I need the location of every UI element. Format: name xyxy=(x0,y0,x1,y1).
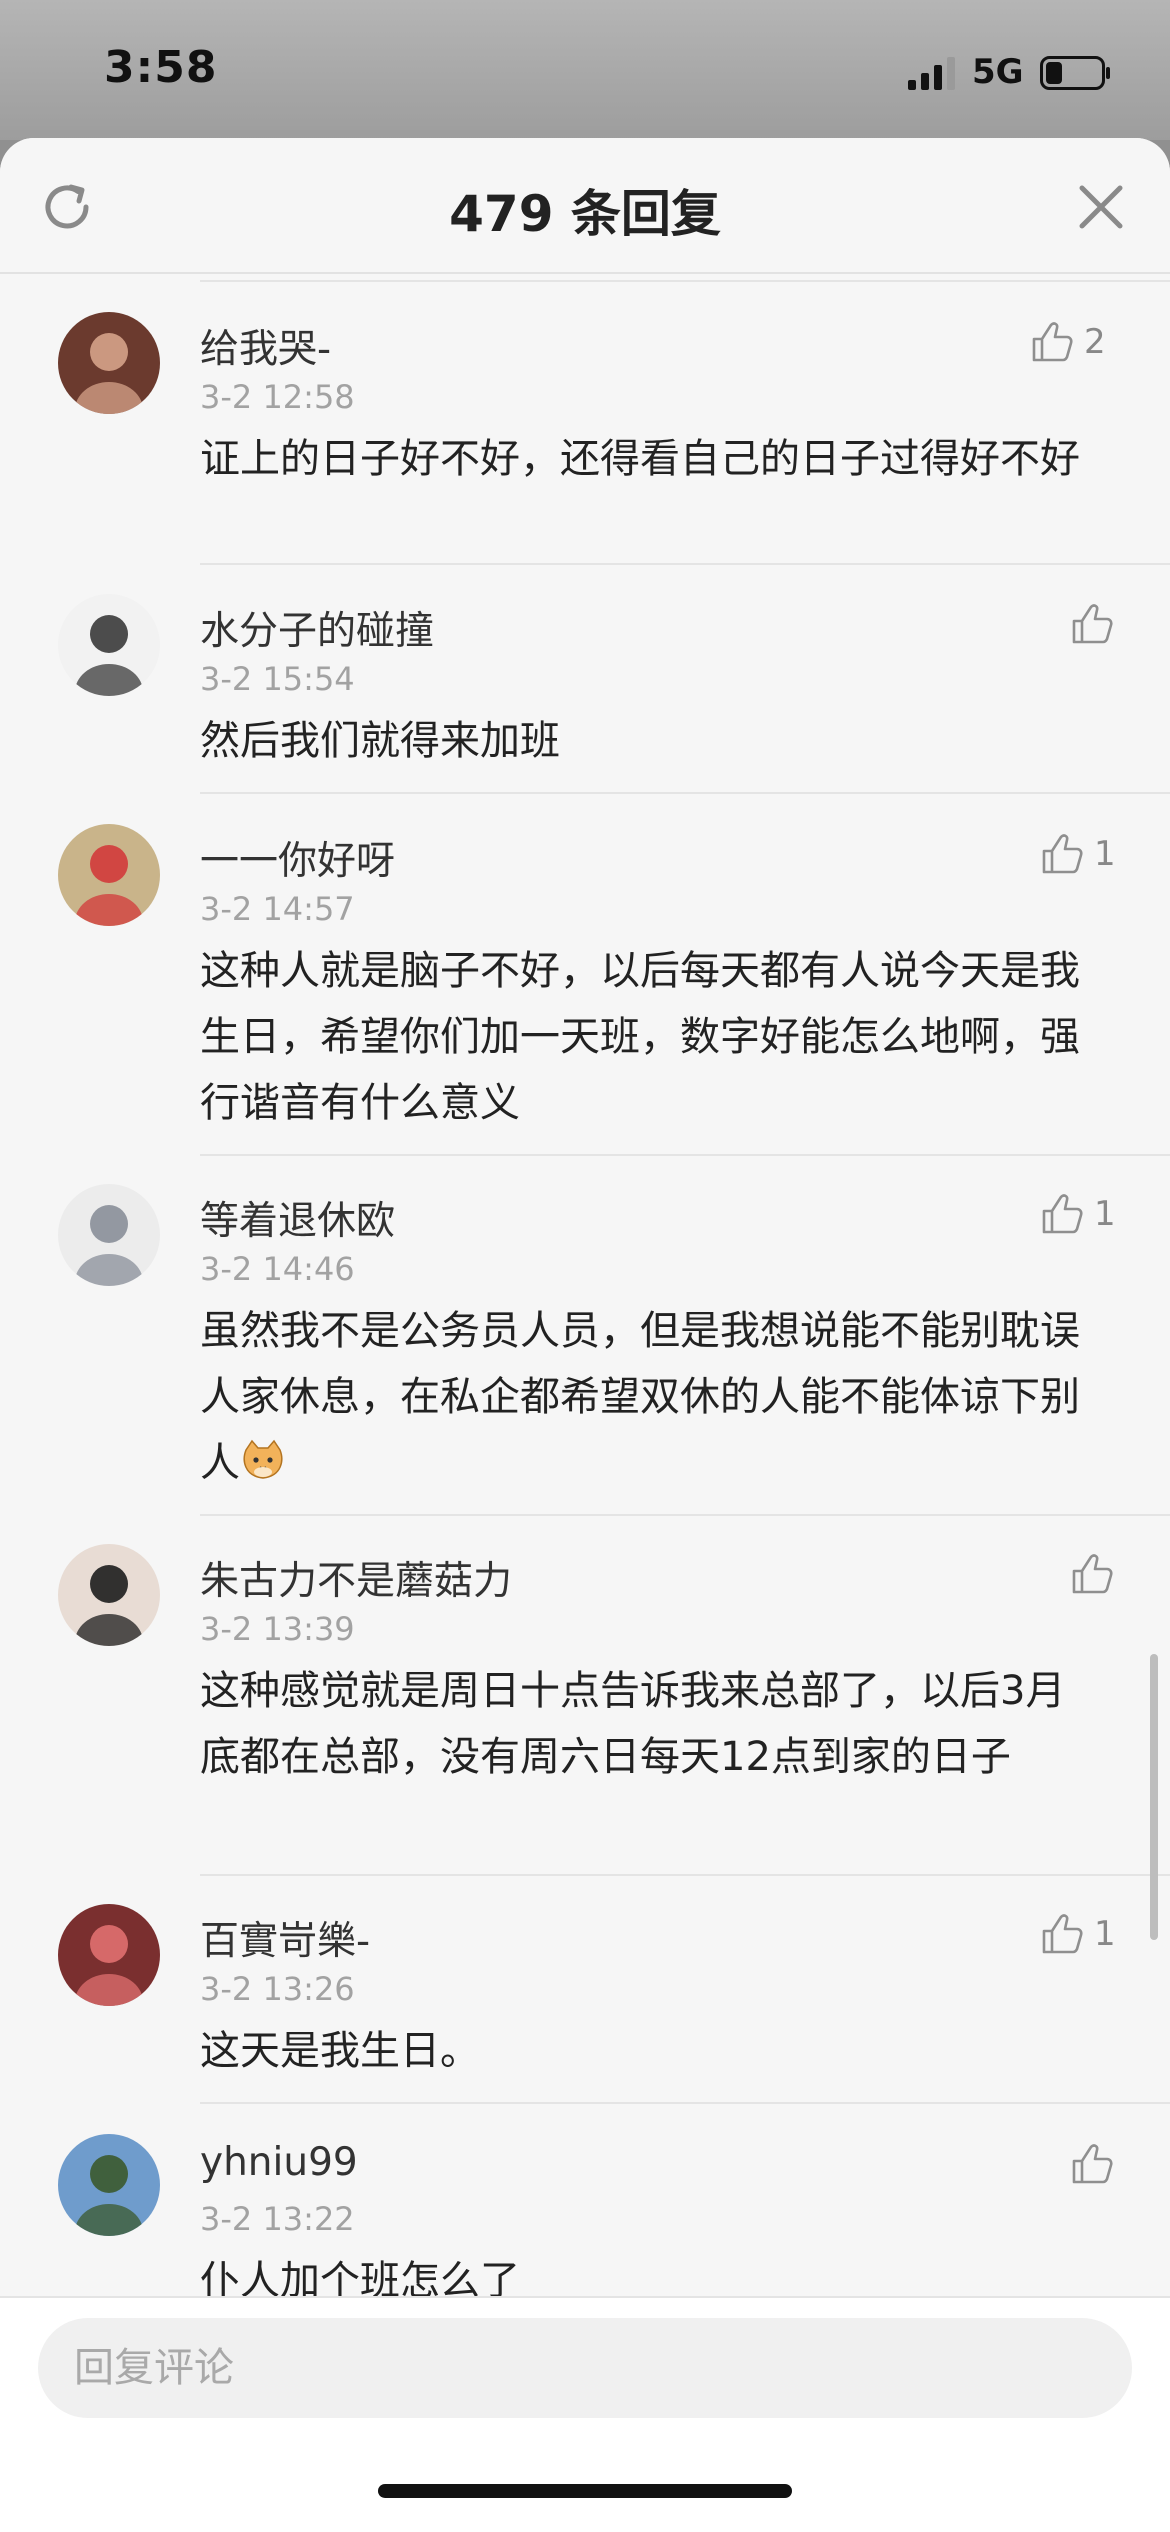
divider xyxy=(200,1154,1170,1156)
battery-low-icon xyxy=(1040,56,1110,90)
status-time: 3:58 xyxy=(104,42,218,93)
avatar[interactable] xyxy=(58,1904,160,2006)
comment-text-content: 然后我们就得来加班 xyxy=(200,718,560,764)
avatar[interactable] xyxy=(58,2134,160,2236)
close-icon[interactable] xyxy=(1074,180,1128,234)
comment-text: 然后我们就得来加班 xyxy=(200,708,1100,774)
comment-author[interactable]: 等着退休欧 xyxy=(200,1190,395,1246)
avatar[interactable] xyxy=(58,824,160,926)
comment-text: 虽然我不是公务员人员，但是我想说能不能别耽误人家休息，在私企都希望双休的人能不能… xyxy=(200,1298,1100,1496)
divider xyxy=(200,1874,1170,1876)
comment-text-content: 虽然我不是公务员人员，但是我想说能不能别耽误人家休息，在私企都希望双休的人能不能… xyxy=(200,1308,1080,1486)
comment-text-content: 这种人就是脑子不好，以后每天都有人说今天是我生日，希望你们加一天班，数字好能怎么… xyxy=(200,948,1080,1126)
thumbs-up-icon xyxy=(1040,1914,1084,1954)
comment-time: 3-2 14:57 xyxy=(200,890,355,928)
like-button[interactable]: 1 xyxy=(1040,1192,1116,1242)
sheet-header: 479 条回复 xyxy=(0,138,1170,274)
comment-text-content: 这天是我生日。 xyxy=(200,2028,480,2074)
phone-screen: 3:58 5G 479 条回复 给我哭- 3-2 12:58 证上的日子好不好，… xyxy=(0,0,1170,2532)
comment-text: 这天是我生日。 xyxy=(200,2018,1100,2084)
like-count: 2 xyxy=(1084,322,1106,362)
like-count: 1 xyxy=(1094,1914,1116,1954)
replies-sheet: 479 条回复 给我哭- 3-2 12:58 证上的日子好不好，还得看自己的日子过得… xyxy=(0,138,1170,2532)
comment-author[interactable]: yhniu99 xyxy=(200,2140,358,2185)
comment-author[interactable]: 百實岢樂- xyxy=(200,1910,370,1966)
reply-input[interactable] xyxy=(38,2318,1132,2418)
comment-author[interactable]: 水分子的碰撞 xyxy=(200,600,434,656)
avatar[interactable] xyxy=(58,594,160,696)
like-count: 1 xyxy=(1094,1194,1116,1234)
divider xyxy=(200,1514,1170,1516)
thumbs-up-icon xyxy=(1040,834,1084,874)
like-count: 1 xyxy=(1094,834,1116,874)
like-button[interactable] xyxy=(1070,602,1114,652)
like-button[interactable]: 1 xyxy=(1040,1912,1116,1962)
reply-bar xyxy=(0,2296,1170,2532)
divider xyxy=(200,280,1170,282)
like-button[interactable] xyxy=(1070,2142,1114,2192)
thumbs-up-icon xyxy=(1070,604,1114,644)
comment-text: 这种感觉就是周日十点告诉我来总部了，以后3月底都在总部，没有周六日每天12点到家… xyxy=(200,1658,1100,1790)
signal-bars-icon xyxy=(908,57,955,90)
status-bar: 3:58 5G xyxy=(0,0,1170,140)
home-indicator xyxy=(378,2484,792,2498)
like-button[interactable] xyxy=(1070,1552,1114,1602)
scroll-indicator[interactable] xyxy=(1150,1654,1158,1940)
thumbs-up-icon xyxy=(1070,1554,1114,1594)
like-button[interactable]: 1 xyxy=(1040,832,1116,882)
avatar[interactable] xyxy=(58,1184,160,1286)
avatar[interactable] xyxy=(58,312,160,414)
like-button[interactable]: 2 xyxy=(1030,320,1106,370)
divider xyxy=(200,563,1170,565)
comment-author[interactable]: 一一你好呀 xyxy=(200,830,395,886)
sheet-title: 479 条回复 xyxy=(449,185,721,243)
comment-time: 3-2 15:54 xyxy=(200,660,355,698)
comment-list[interactable]: 给我哭- 3-2 12:58 证上的日子好不好，还得看自己的日子过得好不好 2 水分子的… xyxy=(0,280,1170,2435)
comment-text: 证上的日子好不好，还得看自己的日子过得好不好 xyxy=(200,426,1100,492)
comment-text-content: 证上的日子好不好，还得看自己的日子过得好不好 xyxy=(200,436,1080,482)
comment-author[interactable]: 朱古力不是蘑菇力 xyxy=(200,1550,512,1606)
cat-face-emoji-icon xyxy=(240,1438,286,1484)
comment-time: 3-2 13:26 xyxy=(200,1970,355,2008)
comment-author[interactable]: 给我哭- xyxy=(200,318,331,374)
divider xyxy=(200,792,1170,794)
comment-time: 3-2 14:46 xyxy=(200,1250,355,1288)
avatar[interactable] xyxy=(58,1544,160,1646)
thumbs-up-icon xyxy=(1070,2144,1114,2184)
network-label: 5G xyxy=(972,52,1024,92)
comment-time: 3-2 13:39 xyxy=(200,1610,355,1648)
comment-time: 3-2 13:22 xyxy=(200,2200,355,2238)
comment-text: 这种人就是脑子不好，以后每天都有人说今天是我生日，希望你们加一天班，数字好能怎么… xyxy=(200,938,1100,1136)
thumbs-up-icon xyxy=(1030,322,1074,362)
comment-time: 3-2 12:58 xyxy=(200,378,355,416)
thumbs-up-icon xyxy=(1040,1194,1084,1234)
comment-text-content: 这种感觉就是周日十点告诉我来总部了，以后3月底都在总部，没有周六日每天12点到家… xyxy=(200,1668,1066,1780)
divider xyxy=(200,2102,1170,2104)
